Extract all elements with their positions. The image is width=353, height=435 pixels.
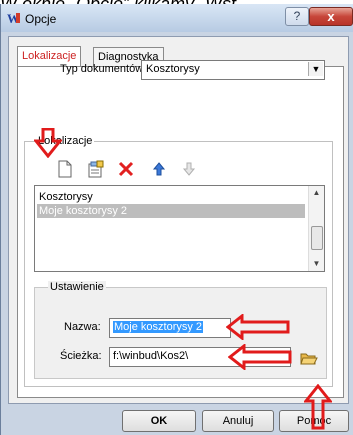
chevron-down-icon[interactable]: ▼ <box>308 62 323 76</box>
properties-icon[interactable] <box>87 160 105 178</box>
list-item-selected[interactable]: Moje kosztorysy 2 <box>37 204 305 218</box>
scroll-thumb[interactable] <box>311 226 323 250</box>
nazwa-label: Nazwa: <box>64 321 101 333</box>
close-button[interactable]: x <box>309 7 353 26</box>
nazwa-input[interactable]: Moje kosztorysy 2 <box>109 318 231 338</box>
new-document-icon[interactable] <box>56 160 74 178</box>
scroll-up-icon[interactable]: ▲ <box>309 186 324 200</box>
ustawienie-group-title: Ustawienie <box>48 281 106 293</box>
window-title: Opcje <box>25 12 57 26</box>
typ-dokumentow-select[interactable]: Kosztorysy ▼ <box>141 60 325 80</box>
sciezka-label: Ścieżka: <box>60 350 102 362</box>
annotation-arrow-up-icon <box>304 384 332 430</box>
anuluj-button[interactable]: Anuluj <box>202 410 274 432</box>
list-item[interactable]: Kosztorysy <box>37 190 305 204</box>
ok-button[interactable]: OK <box>122 410 196 432</box>
lokalizacje-listbox[interactable]: Kosztorysy Moje kosztorysy 2 ▲ ▼ <box>34 185 325 272</box>
annotation-arrow-down-icon <box>34 128 62 158</box>
move-down-icon[interactable] <box>180 160 198 178</box>
typ-dokumentow-value: Kosztorysy <box>146 63 200 75</box>
title-bar: W Opcje ? x <box>1 4 353 32</box>
typ-dokumentow-label: Typ dokumentów: <box>60 63 147 75</box>
annotation-arrow-left-nazwa-icon <box>226 314 290 340</box>
help-button[interactable]: ? <box>285 7 309 26</box>
annotation-arrow-left-sciezka-icon <box>228 344 292 370</box>
delete-icon[interactable] <box>117 160 135 178</box>
listbox-scrollbar[interactable]: ▲ ▼ <box>308 186 324 271</box>
sciezka-value: f:\winbud\Kos2\ <box>113 350 189 362</box>
scroll-down-icon[interactable]: ▼ <box>309 257 324 271</box>
nazwa-value: Moje kosztorysy 2 <box>113 321 204 333</box>
move-up-icon[interactable] <box>150 160 168 178</box>
folder-browse-icon[interactable] <box>300 350 318 366</box>
app-icon: W <box>7 11 20 25</box>
